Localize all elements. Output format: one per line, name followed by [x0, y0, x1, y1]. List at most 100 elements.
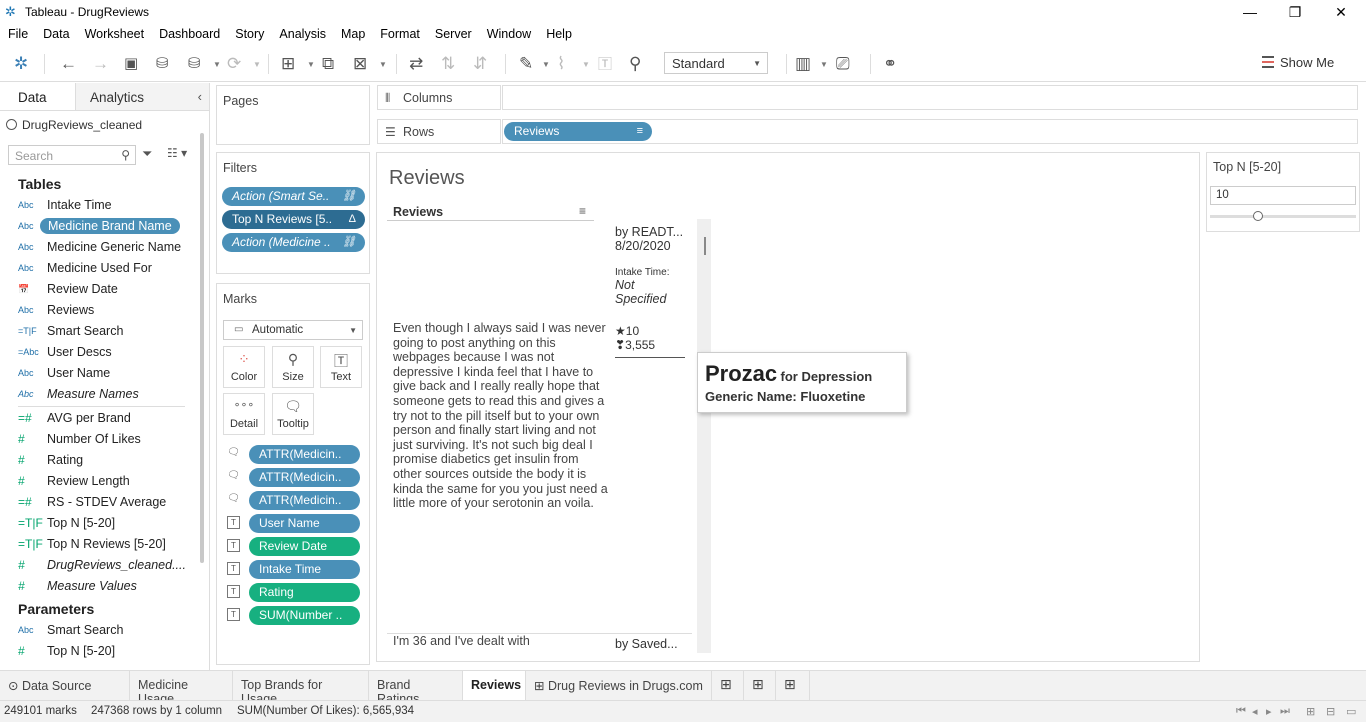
filter-pill-top-n-reviews[interactable]: Top N Reviews [5.. Δ	[222, 210, 365, 229]
field-user-name[interactable]: Abc User Name	[0, 363, 209, 384]
field-medicine-used-for[interactable]: Abc Medicine Used For	[0, 258, 209, 279]
tab-top-brands-for-usage[interactable]: Top Brands for Usage	[233, 671, 369, 706]
text-button[interactable]: 🅃 Text	[320, 346, 362, 388]
review-text[interactable]: I'm 36 and I've dealt with	[393, 634, 608, 652]
field-smart-search[interactable]: =T|F Smart Search	[0, 321, 209, 342]
field-top-n-5-20[interactable]: =T|F Top N [5-20]	[0, 513, 209, 534]
field-rating[interactable]: # Rating	[0, 450, 209, 471]
menu-map[interactable]: Map	[341, 27, 365, 41]
parameter-slider[interactable]	[1210, 215, 1356, 218]
sort-icon[interactable]: ≡	[579, 204, 586, 218]
field-intake-time[interactable]: Abc Intake Time	[0, 195, 209, 216]
filter-pill-action-medicine[interactable]: Action (Medicine .. ⛓	[222, 233, 365, 252]
highlight-icon[interactable]: ✎	[519, 54, 533, 74]
show-cards-caret-icon[interactable]: ▼	[820, 60, 828, 69]
tab-data[interactable]: Data	[0, 83, 76, 110]
text-encoding-icon[interactable]: T	[227, 585, 240, 598]
show-filmstrip-icon[interactable]: ⊞	[1306, 705, 1315, 718]
refresh-caret-icon[interactable]: ▼	[253, 60, 261, 69]
undo-icon[interactable]: ←	[60, 54, 77, 74]
rows-shelf[interactable]: Reviews ≡	[502, 119, 1358, 144]
tooltip-button[interactable]: 🗨 Tooltip	[272, 393, 314, 435]
show-cards-icon[interactable]: ▥	[795, 54, 811, 74]
marks-pill[interactable]: Rating	[249, 583, 360, 602]
new-worksheet-caret-icon[interactable]: ▼	[307, 60, 315, 69]
clear-sheet-caret-icon[interactable]: ▼	[379, 60, 387, 69]
menu-format[interactable]: Format	[380, 27, 420, 41]
first-sheet-icon[interactable]: ⏮	[1236, 705, 1246, 718]
fit-select[interactable]: Standard ▼	[664, 52, 768, 74]
new-story-button[interactable]: ⊞	[776, 671, 810, 700]
menu-dashboard[interactable]: Dashboard	[159, 27, 220, 41]
field-user-descs[interactable]: =Abc User Descs	[0, 342, 209, 363]
tooltip-encoding-icon[interactable]: 🗨	[227, 493, 240, 506]
search-input[interactable]: Search ⚲	[8, 145, 136, 165]
show-me-button[interactable]: Show Me	[1262, 55, 1334, 70]
show-sheet-sorter-icon[interactable]: ⊟	[1326, 705, 1335, 718]
new-worksheet-icon[interactable]: ⊞	[281, 54, 295, 74]
column-header[interactable]: Reviews ≡	[387, 203, 594, 221]
clear-sheet-icon[interactable]: ⊠	[353, 54, 367, 74]
next-sheet-icon[interactable]: ▸	[1266, 705, 1272, 718]
menu-worksheet[interactable]: Worksheet	[85, 27, 145, 41]
tab-medicine-usage[interactable]: Medicine Usage	[130, 671, 233, 706]
menu-server[interactable]: Server	[435, 27, 472, 41]
size-button[interactable]: ⚲ Size	[272, 346, 314, 388]
field-measure-names[interactable]: Abc Measure Names	[0, 384, 209, 405]
marks-pill[interactable]: ATTR(Medicin..	[249, 445, 360, 464]
menu-analysis[interactable]: Analysis	[279, 27, 326, 41]
pause-updates-caret-icon[interactable]: ▼	[213, 60, 221, 69]
show-tabs-icon[interactable]: ▭	[1346, 705, 1356, 718]
datasource-item[interactable]: DrugReviews_cleaned	[0, 111, 209, 139]
view-options-icon[interactable]: ☷ ▾	[167, 146, 187, 160]
field-avg-per-brand[interactable]: =# AVG per Brand	[0, 408, 209, 429]
marks-pill[interactable]: SUM(Number ..	[249, 606, 360, 625]
marks-pill[interactable]: Review Date	[249, 537, 360, 556]
field-smart-search[interactable]: Abc Smart Search	[0, 620, 209, 641]
field-reviews[interactable]: Abc Reviews	[0, 300, 209, 321]
field-rs-stdev-average[interactable]: =# RS - STDEV Average	[0, 492, 209, 513]
menu-data[interactable]: Data	[43, 27, 69, 41]
save-icon[interactable]: ▣	[124, 54, 138, 74]
filter-icon[interactable]: ⏷	[142, 146, 152, 162]
group-members-icon[interactable]: ⌇	[557, 54, 565, 74]
menu-file[interactable]: File	[8, 27, 28, 41]
field-drugreviews-cleaned[interactable]: # DrugReviews_cleaned....	[0, 555, 209, 576]
field-top-n-reviews-5-20[interactable]: =T|F Top N Reviews [5-20]	[0, 534, 209, 555]
marks-pill[interactable]: User Name	[249, 514, 360, 533]
minimize-button[interactable]: —	[1227, 0, 1273, 24]
text-encoding-icon[interactable]: T	[227, 608, 240, 621]
mark-type-select[interactable]: ▭ Automatic ▼	[223, 320, 363, 340]
marks-pill[interactable]: ATTR(Medicin..	[249, 491, 360, 510]
new-datasource-icon[interactable]: ⛁	[156, 54, 169, 74]
detail-button[interactable]: ∘∘∘ Detail	[223, 393, 265, 435]
refresh-icon[interactable]: ⟳	[227, 54, 241, 74]
color-button[interactable]: ⁘ Color	[223, 346, 265, 388]
duplicate-sheet-icon[interactable]: ⧉	[322, 54, 334, 74]
pause-updates-icon[interactable]: ⛁	[188, 54, 201, 74]
show-mark-labels-icon[interactable]: 🅃	[598, 54, 612, 74]
fix-axes-icon[interactable]: ⚲	[629, 54, 641, 74]
sort-descending-icon[interactable]: ⇵	[473, 54, 487, 74]
last-sheet-icon[interactable]: ⏭	[1280, 705, 1290, 718]
collapse-pane-icon[interactable]: ‹	[198, 89, 202, 104]
tooltip-encoding-icon[interactable]: 🗨	[227, 470, 240, 483]
field-review-length[interactable]: # Review Length	[0, 471, 209, 492]
tableau-home-icon[interactable]: ✲	[14, 54, 28, 74]
marks-pill[interactable]: Intake Time	[249, 560, 360, 579]
new-worksheet-button[interactable]: ⊞	[712, 671, 744, 700]
tab-brand-ratings[interactable]: Brand Ratings	[369, 671, 463, 706]
menu-story[interactable]: Story	[235, 27, 264, 41]
tab-reviews[interactable]: Reviews	[463, 671, 526, 700]
review-text[interactable]: Even though I always said I was never go…	[393, 321, 608, 511]
share-icon[interactable]: ⚭	[883, 54, 897, 74]
rows-pill-reviews[interactable]: Reviews ≡	[504, 122, 652, 141]
parameter-input[interactable]: 10	[1210, 186, 1356, 205]
group-caret-icon[interactable]: ▼	[582, 60, 590, 69]
tab-data-source[interactable]: ⊙ Data Source	[0, 671, 130, 700]
menu-help[interactable]: Help	[546, 27, 572, 41]
field-medicine-brand-name[interactable]: Abc Medicine Brand Name	[0, 216, 209, 237]
highlight-caret-icon[interactable]: ▼	[542, 60, 550, 69]
sort-ascending-icon[interactable]: ⇅	[441, 54, 455, 74]
tab-analytics[interactable]: Analytics	[76, 83, 209, 110]
